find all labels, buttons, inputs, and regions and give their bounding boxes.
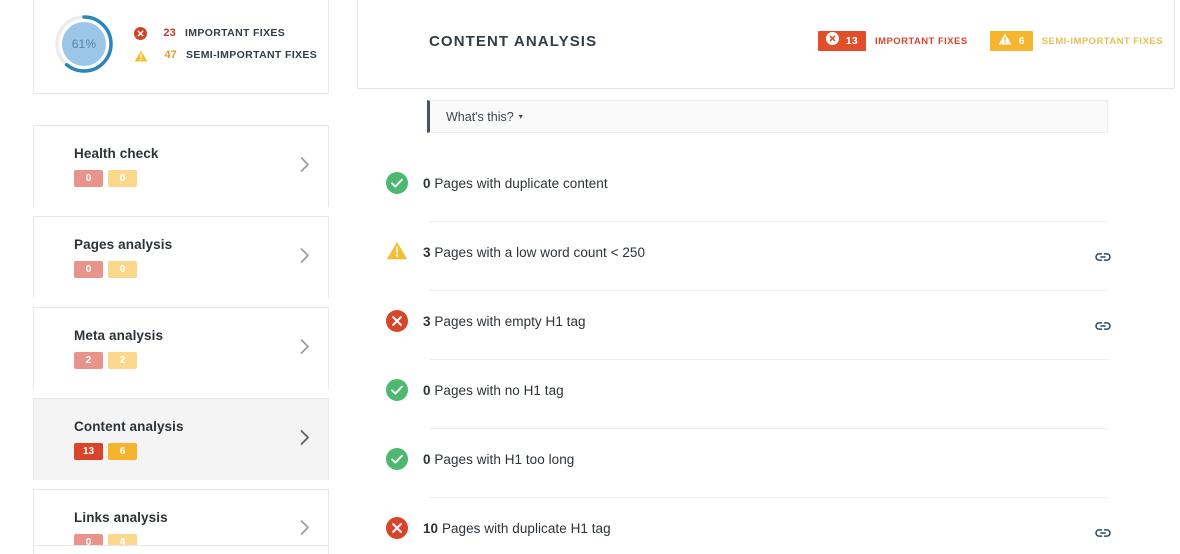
check-label: 0 Pages with H1 too long (423, 452, 574, 467)
summary-semi-important-fixes: 47 SEMI-IMPORTANT FIXES (134, 45, 317, 66)
check-description: Pages with a low word count < 250 (434, 244, 646, 260)
status-ok-icon (386, 379, 408, 401)
chevron-right-icon (300, 429, 310, 450)
sidebar-item-badges: 0 0 (74, 170, 328, 187)
score-summary-card: 61% 23 IMPORTANT FIXES 47 SEMI-IMPORTANT… (33, 0, 329, 94)
important-fixes-pill: 13 (817, 31, 866, 51)
status-error-icon (386, 517, 408, 539)
check-description: Pages with duplicate content (434, 175, 608, 191)
main-panel: CONTENT ANALYSIS 13 IMPORTANT FIXES 6 SE… (357, 0, 1175, 554)
sidebar-item-label: Content analysis (74, 419, 184, 434)
check-label: 3 Pages with empty H1 tag (423, 314, 586, 329)
sidebar-item-health-check[interactable]: Health check 0 0 (33, 125, 329, 207)
important-badge: 0 (74, 261, 103, 278)
status-ok-icon (386, 448, 408, 470)
check-row[interactable]: 3 Pages with empty H1 tag (357, 291, 1175, 360)
health-score-donut: 61% (52, 12, 116, 76)
whats-this-toggle[interactable]: What's this? ▾ (427, 100, 1108, 133)
semi-important-fixes-label: SEMI-IMPORTANT FIXES (1041, 35, 1163, 47)
sidebar-item-content-analysis[interactable]: Content analysis 13 6 (33, 398, 329, 480)
important-badge: 2 (74, 352, 103, 369)
summary-important-count: 23 (163, 27, 176, 39)
sidebar: 61% 23 IMPORTANT FIXES 47 SEMI-IMPORTANT… (33, 0, 329, 554)
check-count: 0 (423, 451, 431, 467)
sidebar-item-badges: 0 0 (74, 261, 328, 278)
sidebar-item-label: Links analysis (74, 510, 168, 525)
check-label: 3 Pages with a low word count < 250 (423, 245, 645, 260)
summary-semi-count: 47 (164, 49, 177, 61)
sidebar-item-meta-analysis[interactable]: Meta analysis 2 2 (33, 307, 329, 389)
error-circle-icon (134, 26, 147, 40)
important-fixes-label: IMPORTANT FIXES (875, 35, 968, 47)
check-row[interactable]: 0 Pages with no H1 tag (357, 360, 1175, 429)
sidebar-next-card[interactable] (33, 545, 329, 554)
chevron-right-icon (300, 156, 310, 177)
check-count: 3 (423, 313, 431, 329)
error-circle-icon (825, 32, 839, 50)
page-title: CONTENT ANALYSIS (429, 32, 598, 50)
warning-triangle-icon (998, 32, 1012, 50)
check-label: 0 Pages with no H1 tag (423, 383, 564, 398)
header-important-fixes: 13 IMPORTANT FIXES (817, 31, 968, 51)
sidebar-item-pages-analysis[interactable]: Pages analysis 0 0 (33, 216, 329, 298)
fix-summary-list: 23 IMPORTANT FIXES 47 SEMI-IMPORTANT FIX… (134, 23, 317, 66)
status-error-icon (386, 310, 408, 332)
semi-important-fixes-pill: 6 (989, 31, 1033, 51)
check-row[interactable]: 3 Pages with a low word count < 250 (357, 222, 1175, 291)
warning-triangle-icon (134, 49, 148, 62)
semi-important-badge: 6 (108, 443, 137, 460)
check-count: 3 (423, 244, 431, 260)
summary-semi-label: SEMI-IMPORTANT FIXES (186, 49, 318, 61)
summary-important-fixes: 23 IMPORTANT FIXES (134, 23, 317, 44)
important-badge: 0 (74, 170, 103, 187)
check-count: 10 (423, 520, 439, 536)
whats-this-label: What's this? (446, 109, 514, 124)
check-description: Pages with empty H1 tag (434, 313, 586, 329)
summary-important-label: IMPORTANT FIXES (185, 27, 286, 39)
sidebar-item-label: Health check (74, 146, 159, 161)
important-badge: 13 (74, 443, 103, 460)
check-row[interactable]: 10 Pages with duplicate H1 tag (357, 498, 1175, 554)
check-count: 0 (423, 175, 431, 191)
semi-important-badge: 0 (108, 261, 137, 278)
panel-header: CONTENT ANALYSIS 13 IMPORTANT FIXES 6 SE… (357, 0, 1175, 89)
status-ok-icon (386, 172, 408, 194)
check-label: 10 Pages with duplicate H1 tag (423, 521, 611, 536)
check-results-list: 0 Pages with duplicate content 3 Pages w… (357, 153, 1175, 554)
sidebar-item-badges: 13 6 (74, 443, 328, 460)
sidebar-item-label: Meta analysis (74, 328, 164, 343)
chevron-right-icon (300, 520, 310, 541)
status-warning-icon (386, 241, 408, 263)
check-description: Pages with no H1 tag (434, 382, 564, 398)
header-fix-badges: 13 IMPORTANT FIXES 6 SEMI-IMPORTANT FIXE… (817, 31, 1174, 51)
check-description: Pages with H1 too long (434, 451, 575, 467)
header-semi-important-fixes: 6 SEMI-IMPORTANT FIXES (989, 31, 1163, 51)
semi-important-badge: 2 (108, 352, 137, 369)
check-label: 0 Pages with duplicate content (423, 176, 608, 191)
semi-important-badge: 0 (108, 170, 137, 187)
check-row[interactable]: 0 Pages with duplicate content (357, 153, 1175, 222)
chevron-down-icon: ▾ (518, 112, 523, 121)
chevron-right-icon (300, 338, 310, 359)
semi-important-fixes-count: 6 (1018, 35, 1025, 47)
seo-audit-page: 61% 23 IMPORTANT FIXES 47 SEMI-IMPORTANT… (0, 0, 1180, 554)
check-row[interactable]: 0 Pages with H1 too long (357, 429, 1175, 498)
analysis-nav-list: Health check 0 0 Pages analysis 0 0 Meta… (33, 125, 329, 554)
link-icon[interactable] (1093, 523, 1113, 543)
sidebar-item-badges: 2 2 (74, 352, 328, 369)
chevron-right-icon (300, 247, 310, 268)
check-count: 0 (423, 382, 431, 398)
link-icon[interactable] (1093, 316, 1113, 336)
check-description: Pages with duplicate H1 tag (441, 520, 611, 536)
health-score-value: 61% (71, 37, 97, 51)
link-icon[interactable] (1093, 247, 1113, 267)
important-fixes-count: 13 (845, 35, 858, 47)
sidebar-item-label: Pages analysis (74, 237, 173, 252)
